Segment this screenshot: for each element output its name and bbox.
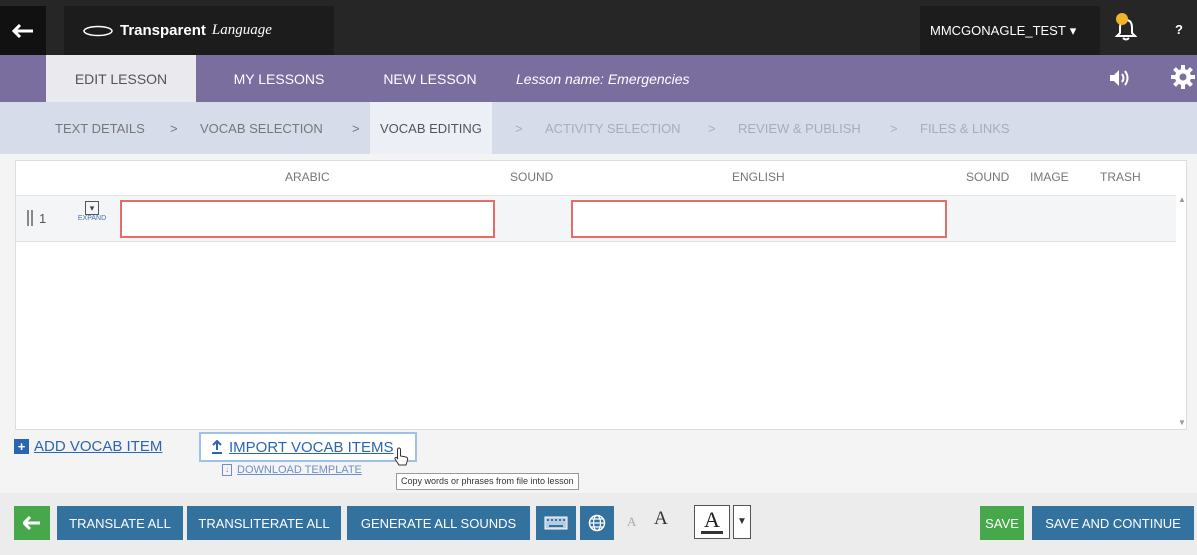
import-tooltip: Copy words or phrases from file into les… — [396, 473, 579, 490]
column-header-sound: SOUND — [966, 170, 1010, 184]
row-number: 1 — [39, 211, 47, 226]
app-logo[interactable]: Transparent Language — [64, 6, 334, 55]
step-activity-selection: ACTIVITY SELECTION — [545, 120, 681, 136]
step-separator: > — [708, 120, 716, 136]
tab-new-lesson[interactable]: NEW LESSON — [356, 55, 504, 102]
expand-label: EXPAND — [77, 215, 107, 222]
back-arrow-icon — [23, 516, 40, 530]
save-and-continue-button[interactable]: SAVE AND CONTINUE — [1032, 506, 1194, 540]
column-header-arabic: ARABIC — [285, 170, 330, 184]
step-separator: > — [352, 120, 360, 136]
keyboard-button[interactable] — [536, 506, 576, 540]
save-button[interactable]: SAVE — [980, 506, 1024, 540]
tab-my-lessons[interactable]: MY LESSONS — [204, 55, 354, 102]
generate-all-sounds-button[interactable]: GENERATE ALL SOUNDS — [347, 506, 530, 540]
add-vocab-item-link[interactable]: + ADD VOCAB ITEM — [14, 438, 162, 455]
back-arrow-icon — [12, 23, 33, 38]
translate-all-button[interactable]: TRANSLATE ALL — [57, 506, 183, 540]
step-separator: > — [515, 120, 523, 136]
arabic-field[interactable] — [120, 200, 495, 238]
column-header-english: ENGLISH — [732, 170, 785, 184]
lesson-name: Lesson name: Emergencies — [516, 70, 690, 87]
english-field[interactable] — [571, 200, 947, 238]
scroll-down-arrow[interactable]: ▼ — [1178, 418, 1186, 427]
import-vocab-items-label: IMPORT VOCAB ITEMS — [229, 438, 394, 456]
font-color-button[interactable]: A — [694, 505, 730, 539]
logo-brand: Transparent — [120, 22, 206, 39]
import-vocab-items-link[interactable]: IMPORT VOCAB ITEMS — [199, 432, 417, 462]
font-size-decrease[interactable]: A — [627, 514, 636, 530]
step-text-details[interactable]: TEXT DETAILS — [55, 102, 145, 154]
column-header-sound: SOUND — [510, 170, 554, 184]
plus-icon: + — [14, 439, 29, 454]
step-vocab-selection[interactable]: VOCAB SELECTION — [200, 102, 323, 154]
chevron-down-icon: ▾ — [1069, 22, 1077, 38]
step-separator: > — [890, 120, 898, 136]
step-separator: > — [170, 120, 178, 136]
font-size-increase[interactable]: A — [654, 508, 668, 530]
keyboard-icon — [544, 516, 568, 530]
globe-button[interactable] — [580, 506, 614, 540]
back-button[interactable] — [0, 6, 46, 55]
logo-swoosh-icon — [83, 25, 113, 36]
expand-button[interactable]: ▾ EXPAND — [74, 201, 110, 222]
expand-icon: ▾ — [85, 201, 99, 215]
transliterate-all-button[interactable]: TRANSLITERATE ALL — [187, 506, 341, 540]
download-template-link[interactable]: ↓ DOWNLOAD TEMPLATE — [222, 464, 362, 476]
back-button[interactable] — [14, 506, 50, 540]
gear-icon[interactable] — [1170, 63, 1196, 91]
hand-cursor-icon — [394, 447, 409, 466]
column-header-trash: TRASH — [1100, 170, 1141, 184]
step-vocab-editing[interactable]: VOCAB EDITING — [370, 102, 492, 154]
help-icon[interactable]: ? — [1168, 18, 1190, 40]
step-review-publish: REVIEW & PUBLISH — [738, 120, 861, 136]
username: MMCGONAGLE_TEST — [930, 23, 1066, 38]
step-files-links: FILES & LINKS — [920, 120, 1010, 136]
logo-language: Language — [211, 22, 272, 38]
download-template-label: DOWNLOAD TEMPLATE — [237, 464, 362, 476]
chevron-down-icon[interactable]: ▼ — [733, 505, 751, 539]
speaker-icon[interactable] — [1106, 65, 1132, 91]
bell-icon[interactable] — [1112, 12, 1140, 42]
grip-icon[interactable] — [27, 210, 33, 226]
tab-edit-lesson[interactable]: EDIT LESSON — [46, 55, 196, 102]
file-icon: ↓ — [222, 464, 232, 476]
add-vocab-item-label: ADD VOCAB ITEM — [34, 438, 163, 455]
column-header-image: IMAGE — [1030, 170, 1069, 184]
upload-icon — [212, 440, 222, 454]
help-glyph: ? — [1175, 21, 1183, 37]
globe-icon — [588, 514, 606, 532]
user-menu[interactable]: MMCGONAGLE_TEST ▾ — [920, 6, 1100, 55]
scroll-up-arrow[interactable]: ▲ — [1178, 195, 1186, 204]
